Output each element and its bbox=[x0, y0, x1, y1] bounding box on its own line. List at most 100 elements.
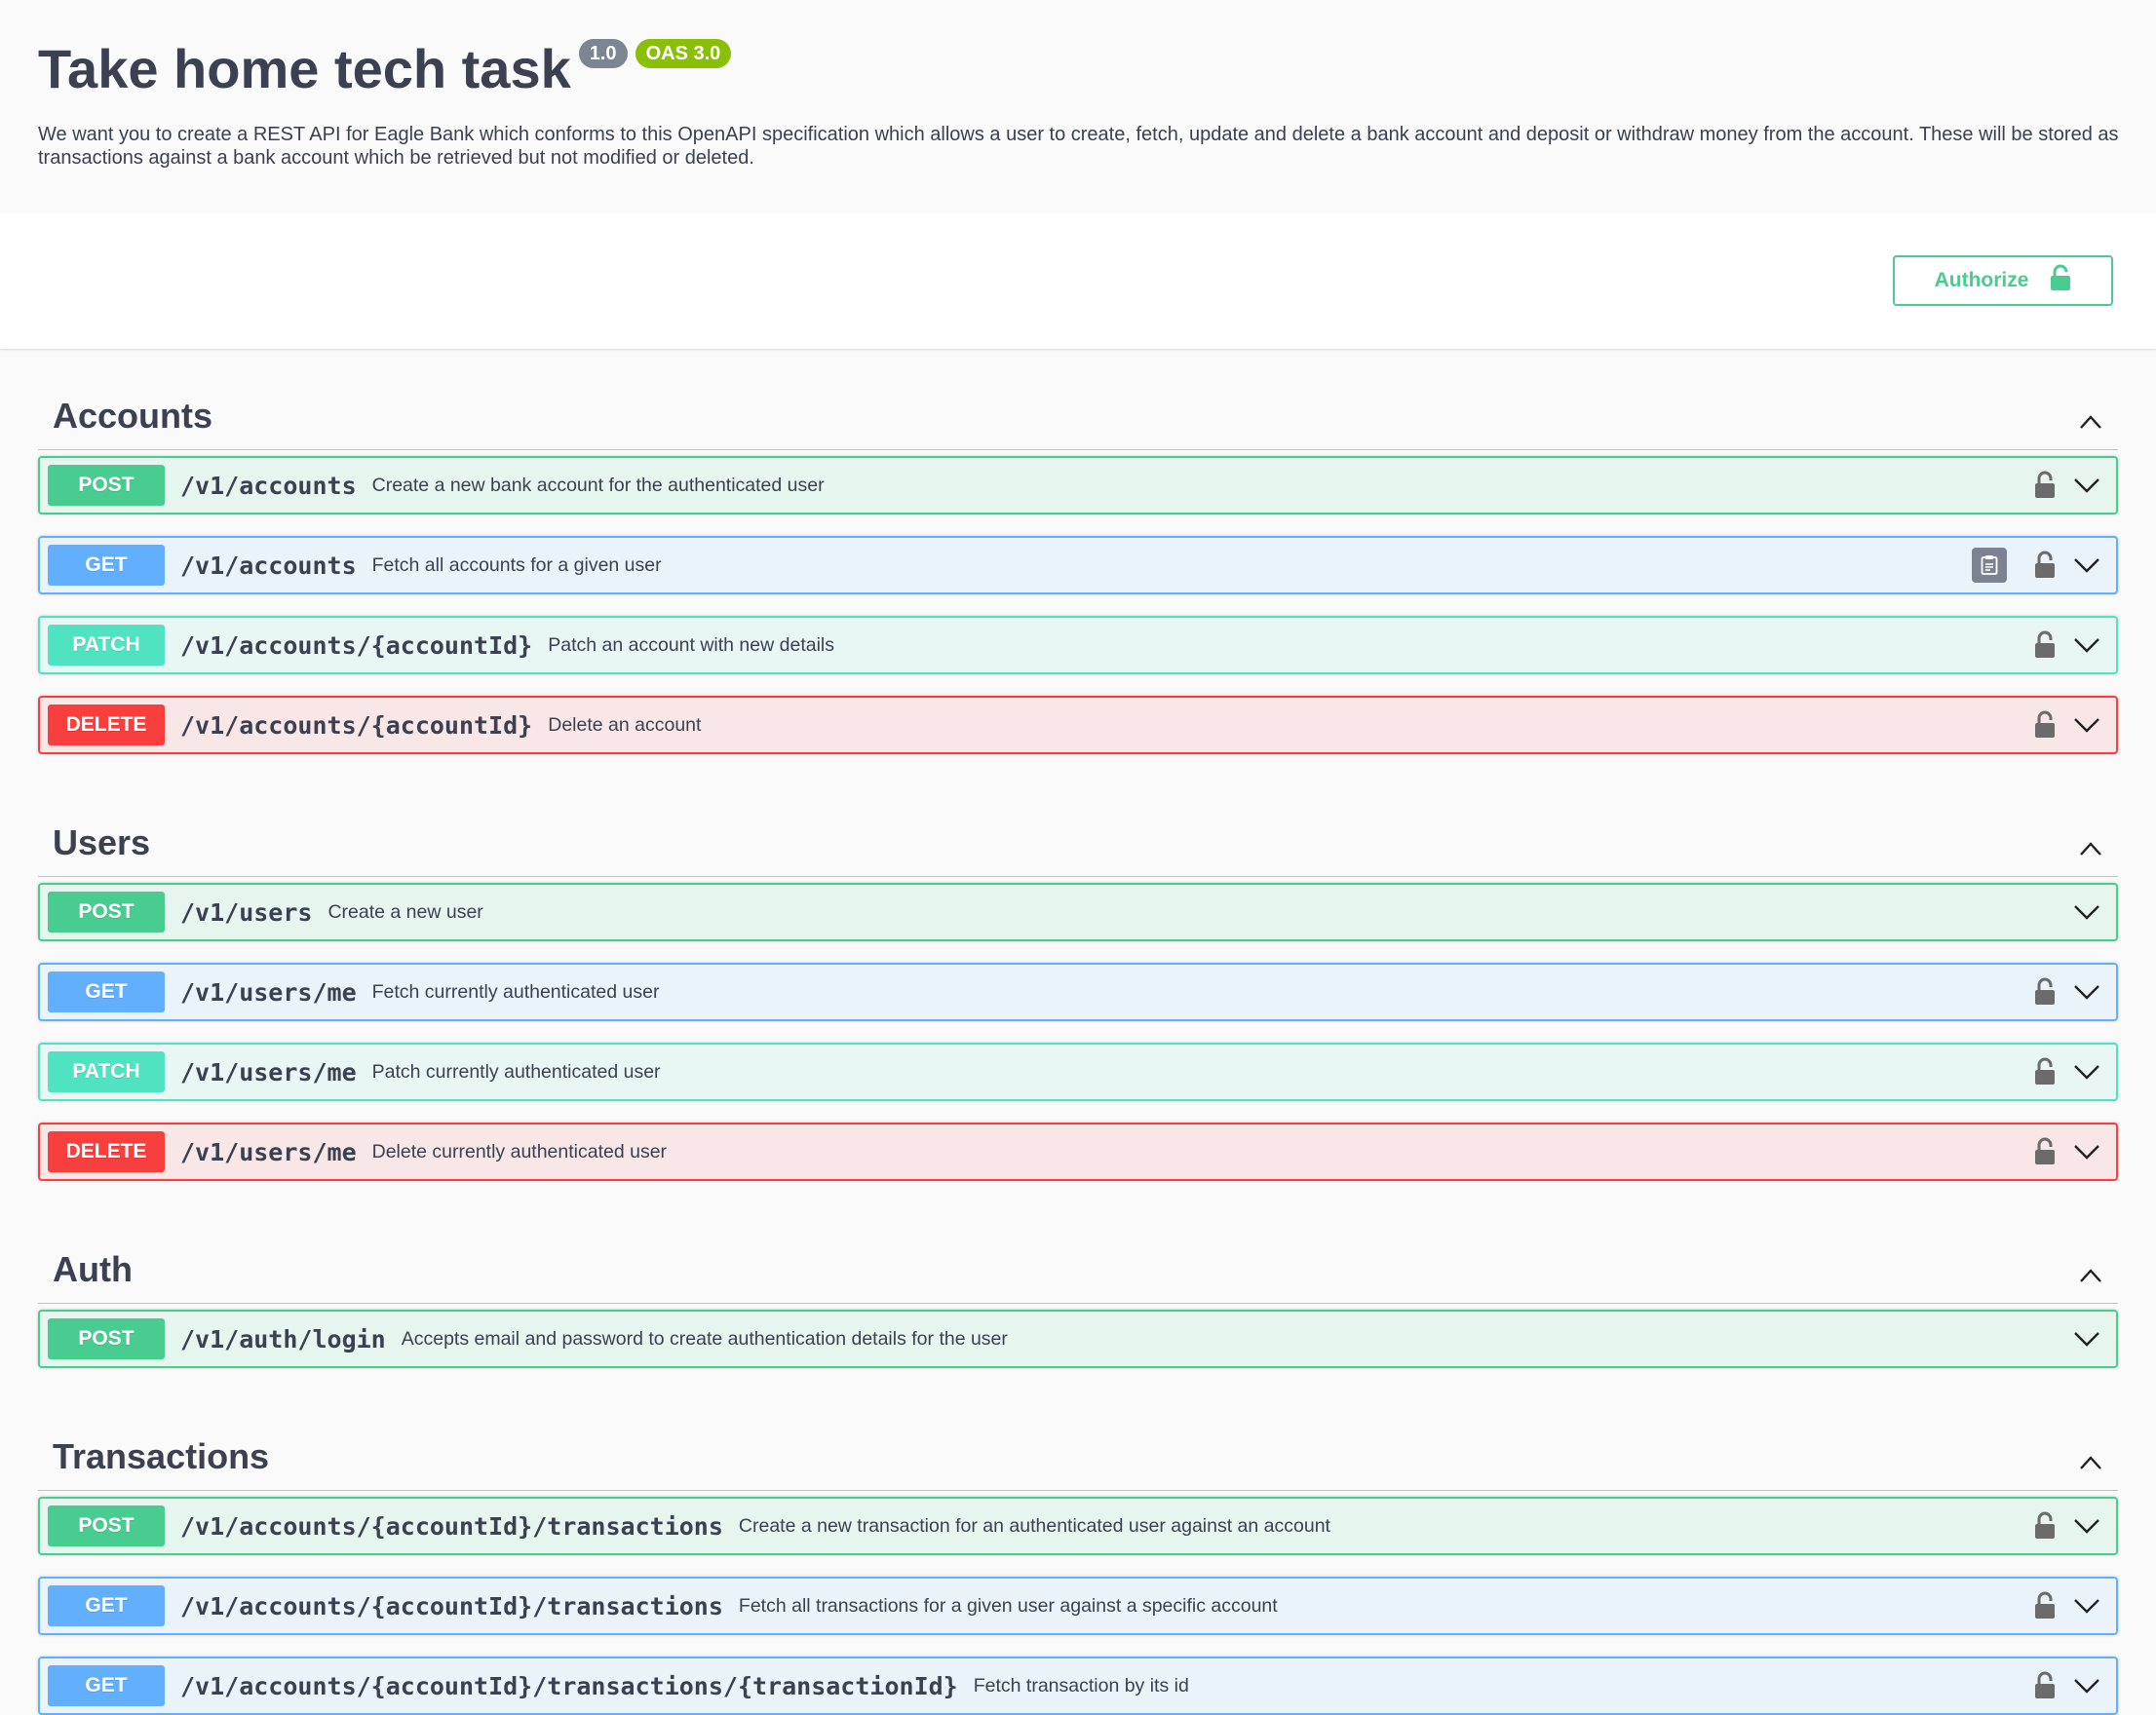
operation-summary: Delete an account bbox=[548, 713, 702, 736]
operation-patch[interactable]: PATCH/v1/users/me Patch currently authent… bbox=[38, 1043, 2118, 1101]
tag-section-transactions: Transactions POST/v1/accounts/{accountId}… bbox=[38, 1390, 2118, 1715]
method-badge: GET bbox=[48, 545, 165, 586]
operation-summary: Patch currently authenticated user bbox=[371, 1060, 661, 1083]
operation-post[interactable]: POST/v1/users Create a new user bbox=[38, 883, 2118, 941]
operation-summary: Fetch all transactions for a given user … bbox=[738, 1594, 1278, 1617]
api-title: Take home tech task bbox=[38, 38, 571, 99]
chevron-down-icon[interactable] bbox=[2067, 972, 2106, 1011]
operation-icons bbox=[1972, 546, 2108, 585]
operation-summary: Create a new user bbox=[327, 900, 483, 923]
oas-version-badge: OAS 3.0 bbox=[635, 39, 732, 68]
method-badge: POST bbox=[48, 1318, 165, 1359]
api-info: Take home tech task 1.0 OAS 3.0 We want … bbox=[0, 0, 2156, 212]
tag-section-auth: Auth POST/v1/auth/login Accepts email and … bbox=[38, 1202, 2118, 1368]
operation-icons bbox=[2032, 1666, 2108, 1705]
tag-name: Transactions bbox=[53, 1436, 270, 1476]
operation-path: /v1/users bbox=[180, 897, 313, 927]
chevron-down-icon[interactable] bbox=[2067, 705, 2106, 744]
lock-icon bbox=[2050, 264, 2071, 297]
operation-summary: Fetch transaction by its id bbox=[973, 1674, 1189, 1696]
scheme-container: Authorize bbox=[0, 212, 2156, 349]
chevron-down-icon[interactable] bbox=[2067, 893, 2106, 932]
tag-header[interactable]: Accounts bbox=[38, 349, 2118, 450]
operation-delete[interactable]: DELETE/v1/users/me Delete currently authe… bbox=[38, 1123, 2118, 1181]
operation-icons bbox=[2032, 972, 2108, 1011]
operation-get[interactable]: GET/v1/users/me Fetch currently authentic… bbox=[38, 963, 2118, 1021]
operation-icons bbox=[2032, 1052, 2108, 1091]
operation-path: /v1/users/me bbox=[180, 1137, 357, 1166]
operation-icons bbox=[2067, 1319, 2108, 1358]
operation-path: /v1/accounts/{accountId} bbox=[180, 710, 533, 740]
operation-summary: Fetch all accounts for a given user bbox=[371, 553, 662, 576]
operation-summary: Create a new transaction for an authenti… bbox=[738, 1514, 1330, 1537]
chevron-down-icon[interactable] bbox=[2067, 1319, 2106, 1358]
operation-summary: Fetch currently authenticated user bbox=[371, 980, 660, 1003]
operation-summary: Create a new bank account for the authen… bbox=[371, 474, 825, 496]
operation-post[interactable]: POST/v1/accounts/{accountId}/transaction… bbox=[38, 1497, 2118, 1555]
padlock-icon[interactable] bbox=[2032, 1589, 2058, 1622]
chevron-up-icon[interactable] bbox=[2071, 1443, 2110, 1482]
operation-get[interactable]: GET/v1/accounts/{accountId}/transactions… bbox=[38, 1577, 2118, 1635]
operation-summary: Delete currently authenticated user bbox=[371, 1140, 668, 1162]
authorize-label: Authorize bbox=[1934, 269, 2029, 291]
method-badge: POST bbox=[48, 1505, 165, 1546]
title-row: Take home tech task 1.0 OAS 3.0 bbox=[38, 37, 2118, 101]
padlock-icon[interactable] bbox=[2032, 1135, 2058, 1168]
version-badge: 1.0 bbox=[578, 39, 628, 68]
operation-summary: Accepts email and password to create aut… bbox=[401, 1327, 1008, 1350]
chevron-down-icon[interactable] bbox=[2067, 1666, 2106, 1705]
method-badge: PATCH bbox=[48, 1051, 165, 1092]
chevron-down-icon[interactable] bbox=[2067, 466, 2106, 505]
operation-path: /v1/users/me bbox=[180, 977, 357, 1007]
tag-name: Auth bbox=[53, 1249, 133, 1289]
tag-name: Accounts bbox=[53, 396, 213, 436]
operation-icons bbox=[2032, 1586, 2108, 1625]
tag-section-accounts: Accounts POST/v1/accounts Create a new ban… bbox=[38, 349, 2118, 754]
method-badge: GET bbox=[48, 1585, 165, 1626]
chevron-down-icon[interactable] bbox=[2067, 1132, 2106, 1171]
operation-path: /v1/accounts/{accountId}/transactions/{t… bbox=[180, 1671, 958, 1700]
method-badge: PATCH bbox=[48, 625, 165, 666]
operation-get[interactable]: GET/v1/accounts/{accountId}/transactions… bbox=[38, 1657, 2118, 1715]
chevron-down-icon[interactable] bbox=[2067, 1052, 2106, 1091]
operation-patch[interactable]: PATCH/v1/accounts/{accountId} Patch an ac… bbox=[38, 616, 2118, 674]
tag-header[interactable]: Auth bbox=[38, 1202, 2118, 1304]
method-badge: DELETE bbox=[48, 705, 165, 745]
chevron-up-icon[interactable] bbox=[2071, 829, 2110, 868]
chevron-up-icon[interactable] bbox=[2071, 1256, 2110, 1295]
operation-get[interactable]: GET/v1/accounts Fetch all accounts for a … bbox=[38, 536, 2118, 594]
operation-icons bbox=[2032, 705, 2108, 744]
operation-post[interactable]: POST/v1/auth/login Accepts email and pass… bbox=[38, 1310, 2118, 1368]
operation-path: /v1/accounts/{accountId}/transactions bbox=[180, 1591, 723, 1620]
operation-icons bbox=[2067, 893, 2108, 932]
operation-icons bbox=[2032, 1506, 2108, 1545]
operation-icons bbox=[2032, 466, 2108, 505]
clipboard-icon[interactable] bbox=[1972, 548, 2007, 583]
operation-path: /v1/accounts/{accountId}/transactions bbox=[180, 1511, 723, 1541]
api-description: We want you to create a REST API for Eag… bbox=[38, 124, 2119, 169]
chevron-down-icon[interactable] bbox=[2067, 626, 2106, 665]
operation-path: /v1/users/me bbox=[180, 1057, 357, 1086]
tag-section-users: Users POST/v1/users Create a new user GET/v… bbox=[38, 776, 2118, 1181]
chevron-down-icon[interactable] bbox=[2067, 1586, 2106, 1625]
tag-header[interactable]: Users bbox=[38, 776, 2118, 877]
padlock-icon[interactable] bbox=[2032, 708, 2058, 742]
tag-header[interactable]: Transactions bbox=[38, 1390, 2118, 1491]
authorize-button[interactable]: Authorize bbox=[1893, 255, 2113, 306]
padlock-icon[interactable] bbox=[2032, 469, 2058, 502]
padlock-icon[interactable] bbox=[2032, 975, 2058, 1009]
operation-summary: Patch an account with new details bbox=[548, 633, 834, 656]
padlock-icon[interactable] bbox=[2032, 1669, 2058, 1702]
padlock-icon[interactable] bbox=[2032, 1055, 2058, 1088]
operation-delete[interactable]: DELETE/v1/accounts/{accountId} Delete an … bbox=[38, 696, 2118, 754]
chevron-down-icon[interactable] bbox=[2067, 1506, 2106, 1545]
chevron-down-icon[interactable] bbox=[2067, 546, 2106, 585]
operation-path: /v1/accounts/{accountId} bbox=[180, 630, 533, 660]
padlock-icon[interactable] bbox=[2032, 549, 2058, 582]
operation-path: /v1/accounts bbox=[180, 551, 357, 580]
operation-post[interactable]: POST/v1/accounts Create a new bank accoun… bbox=[38, 456, 2118, 514]
padlock-icon[interactable] bbox=[2032, 1509, 2058, 1543]
padlock-icon[interactable] bbox=[2032, 629, 2058, 662]
chevron-up-icon[interactable] bbox=[2071, 402, 2110, 441]
operation-path: /v1/auth/login bbox=[180, 1324, 386, 1353]
